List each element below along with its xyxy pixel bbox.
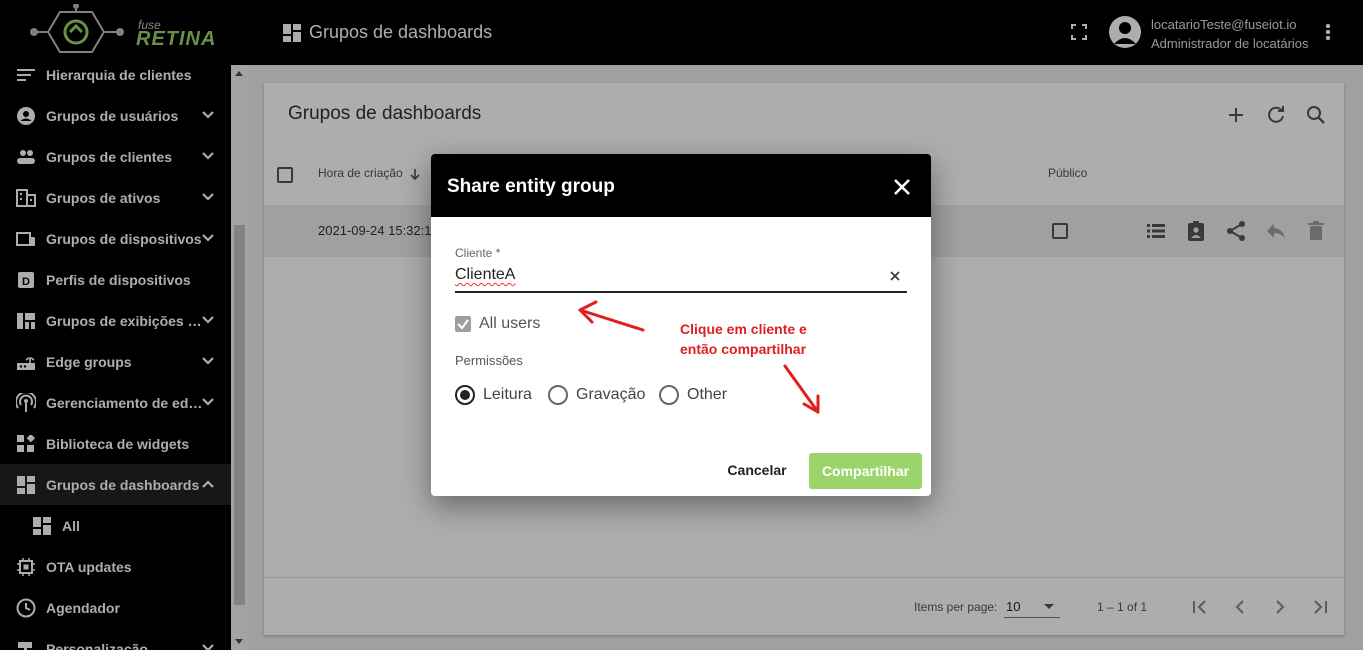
all-users-checkbox[interactable] <box>455 316 471 332</box>
dialog-title: Share entity group <box>447 176 615 197</box>
close-icon[interactable] <box>893 178 911 196</box>
annotation-line-2: então compartilhar <box>680 340 807 357</box>
radio-other-label[interactable]: Other <box>687 386 727 404</box>
cancel-button[interactable]: Cancelar <box>713 453 801 487</box>
client-field-underline <box>455 291 907 293</box>
annotation-text: Clique em cliente e então compartilhar <box>680 320 840 359</box>
annotation-line-1: Clique em cliente e <box>680 321 807 337</box>
all-users-label[interactable]: All users <box>479 315 540 333</box>
radio-leitura[interactable] <box>455 385 475 405</box>
radio-leitura-label[interactable]: Leitura <box>483 386 532 404</box>
client-field-label: Cliente * <box>455 246 501 260</box>
radio-gravacao[interactable] <box>548 385 568 405</box>
radio-other[interactable] <box>659 385 679 405</box>
share-button[interactable]: Compartilhar <box>809 453 922 489</box>
client-field-input[interactable]: ClienteA <box>455 266 515 284</box>
permissions-label: Permissões <box>455 353 523 368</box>
app-root: fuse RETINA Hierarquia de clientes Grupo… <box>0 0 1363 650</box>
clear-icon[interactable] <box>889 270 901 282</box>
dialog-header: Share entity group <box>431 154 931 217</box>
radio-gravacao-label[interactable]: Gravação <box>576 386 645 404</box>
